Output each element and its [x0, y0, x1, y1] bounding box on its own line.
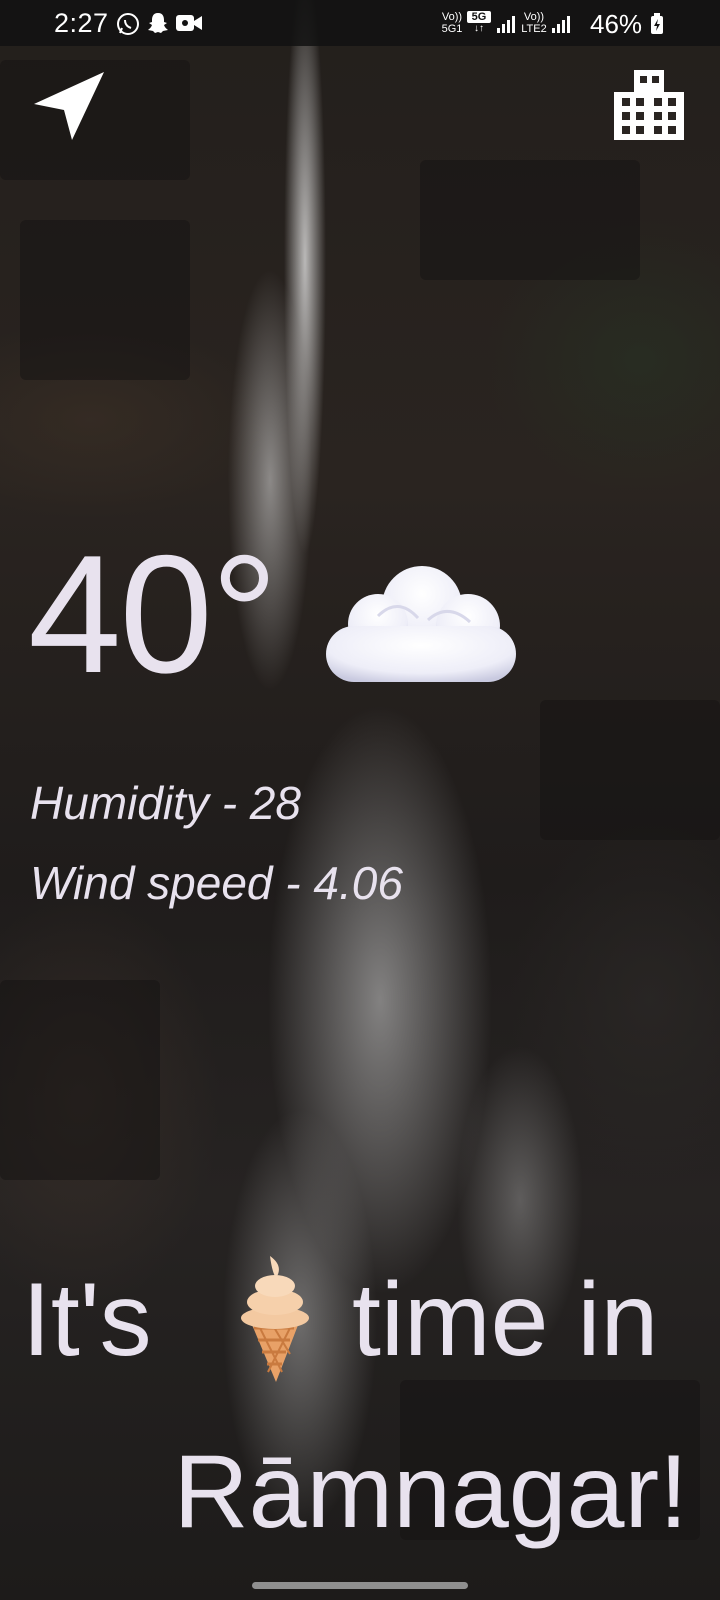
snapchat-icon — [148, 13, 168, 33]
status-bar: 2:27 Vo)) 5G1 5G ↓↑ Vo)) LTE2 46% — [0, 0, 720, 46]
temperature-readout: 40° — [28, 520, 278, 708]
signal-bars-icon — [497, 16, 515, 33]
city-name: Rāmnagar! — [173, 1434, 688, 1550]
network-5g-badge: 5G — [467, 11, 491, 23]
whatsapp-icon — [117, 13, 139, 35]
location-arrow-icon[interactable] — [30, 70, 106, 146]
sim2-volte-icon: Vo)) LTE2 — [521, 11, 547, 35]
cloud-icon — [326, 566, 516, 682]
status-time: 2:27 — [54, 8, 109, 38]
sim2-label-bottom: LTE2 — [521, 23, 547, 35]
city-buildings-icon[interactable] — [612, 68, 688, 144]
battery-charging-icon — [651, 13, 663, 34]
sim1-volte-icon: Vo)) 5G1 — [440, 11, 464, 35]
data-arrows-icon: ↓↑ — [474, 23, 484, 34]
sim2-label-top: Vo)) — [523, 11, 545, 23]
sim1-label-top: Vo)) — [441, 11, 463, 23]
message-suffix: time in — [352, 1262, 659, 1378]
background-rock — [20, 220, 190, 380]
message-prefix: It's — [22, 1262, 152, 1378]
background-rock — [0, 980, 160, 1180]
background-rock — [420, 160, 640, 280]
video-camera-icon — [176, 15, 202, 31]
humidity-text: Humidity - 28 — [30, 777, 301, 829]
gesture-nav-handle[interactable] — [252, 1582, 468, 1589]
signal-bars-icon — [552, 16, 570, 33]
ice-cream-icon — [241, 1256, 309, 1382]
battery-percent: 46% — [590, 9, 643, 39]
network-5g-icon: 5G ↓↑ — [467, 11, 491, 35]
app-screen: 2:27 Vo)) 5G1 5G ↓↑ Vo)) LTE2 46% 40° Hu… — [0, 0, 720, 1600]
sim1-label-bottom: 5G1 — [441, 23, 463, 35]
wind-speed-text: Wind speed - 4.06 — [30, 857, 403, 909]
background-rock — [540, 700, 720, 840]
